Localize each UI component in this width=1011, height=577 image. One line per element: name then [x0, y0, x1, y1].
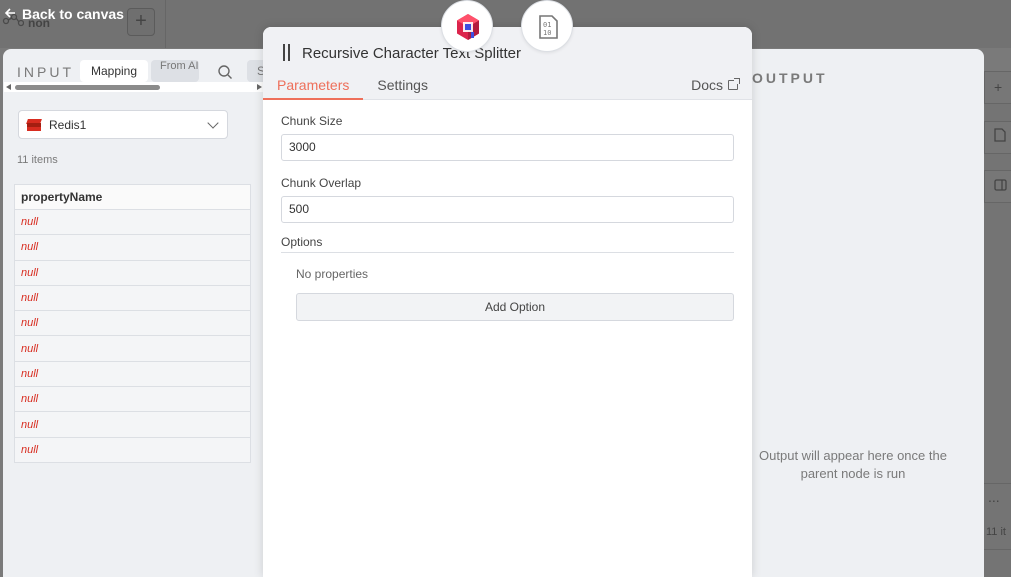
table-cell[interactable]: null: [14, 234, 251, 261]
chunk-size-label: Chunk Size: [281, 114, 343, 128]
tab-settings[interactable]: Settings: [363, 72, 442, 100]
table-cell[interactable]: null: [14, 310, 251, 337]
tab-from-ai[interactable]: From AI: [151, 60, 200, 82]
table-row: null: [14, 259, 251, 286]
table-row: null: [14, 335, 251, 362]
table-cell[interactable]: null: [14, 284, 251, 312]
table-header-propertyname[interactable]: propertyName: [14, 184, 251, 210]
options-divider: [281, 252, 734, 253]
canvas-add-button[interactable]: +: [984, 71, 1011, 104]
input-panel: INPUT Mapping From AI S Redis1 11 items …: [3, 49, 265, 577]
options-label: Options: [281, 235, 323, 249]
chevron-down-icon: [207, 117, 219, 129]
table-row: null: [14, 360, 251, 388]
docs-link[interactable]: Docs: [691, 77, 740, 93]
output-panel: OUTPUT Output will appear here once the …: [750, 49, 984, 577]
table-row: null: [14, 284, 251, 312]
search-icon[interactable]: [217, 64, 233, 80]
table-cell[interactable]: null: [14, 386, 251, 413]
chunk-overlap-label: Chunk Overlap: [281, 176, 362, 190]
sticky-note-icon[interactable]: [984, 121, 1011, 154]
add-option-button[interactable]: Add Option: [296, 293, 734, 321]
output-empty-message: Output will appear here once the parent …: [759, 448, 947, 481]
qdrant-node-icon[interactable]: [441, 0, 493, 52]
svg-text:10: 10: [543, 29, 551, 37]
panel-toggle-icon[interactable]: [984, 170, 1011, 203]
table-row: null: [14, 208, 251, 236]
input-panel-title: INPUT: [17, 64, 74, 80]
scroll-right-icon[interactable]: [257, 84, 262, 90]
table-row: null: [14, 310, 251, 337]
table-cell[interactable]: null: [14, 360, 251, 388]
items-count: 11 items: [17, 154, 58, 166]
horizontal-scrollbar[interactable]: [4, 82, 264, 92]
svg-text:01: 01: [543, 21, 551, 29]
tab-mapping[interactable]: Mapping: [80, 60, 149, 82]
table-row: null: [14, 386, 251, 413]
drag-handle-icon[interactable]: [283, 44, 291, 61]
input-data-table: propertyName null null null null null nu…: [14, 184, 251, 463]
input-node-select[interactable]: Redis1: [18, 110, 228, 139]
arrow-left-icon: [4, 6, 16, 22]
chunk-overlap-input[interactable]: 500: [281, 196, 734, 223]
table-row: null: [14, 411, 251, 438]
right-items-count: 11 it: [986, 526, 1006, 538]
add-node-button[interactable]: +: [127, 8, 155, 36]
docs-label: Docs: [691, 77, 723, 93]
table-cell[interactable]: null: [14, 208, 251, 236]
table-cell[interactable]: null: [14, 411, 251, 438]
external-link-icon: [728, 78, 740, 90]
scroll-left-icon[interactable]: [6, 84, 11, 90]
table-cell[interactable]: null: [14, 335, 251, 362]
canvas-right-toolbar: + ... 11 it: [984, 71, 1011, 577]
text-splitter-node-icon[interactable]: 01 10: [521, 0, 573, 52]
back-to-canvas-button[interactable]: Back to canvas: [4, 6, 124, 22]
table-row: null: [14, 436, 251, 463]
modal-header: Recursive Character Text Splitter Parame…: [263, 27, 752, 100]
input-view-tabs: Mapping From AI: [80, 60, 200, 82]
table-row: null: [14, 234, 251, 261]
tab-parameters[interactable]: Parameters: [263, 72, 364, 100]
table-cell[interactable]: null: [14, 259, 251, 286]
table-cell[interactable]: null: [14, 436, 251, 463]
chunk-size-input[interactable]: 3000: [281, 134, 734, 161]
back-to-canvas-label: Back to canvas: [22, 6, 124, 22]
modal-tabs: Parameters Settings: [263, 72, 442, 100]
output-panel-title: OUTPUT: [752, 70, 828, 86]
no-properties-text: No properties: [296, 267, 369, 281]
input-node-select-value: Redis1: [49, 117, 87, 132]
scrollbar-thumb[interactable]: [15, 85, 160, 90]
redis-icon: [26, 118, 42, 131]
more-options-icon[interactable]: ...: [988, 489, 1000, 505]
node-settings-modal: Recursive Character Text Splitter Parame…: [263, 27, 752, 577]
